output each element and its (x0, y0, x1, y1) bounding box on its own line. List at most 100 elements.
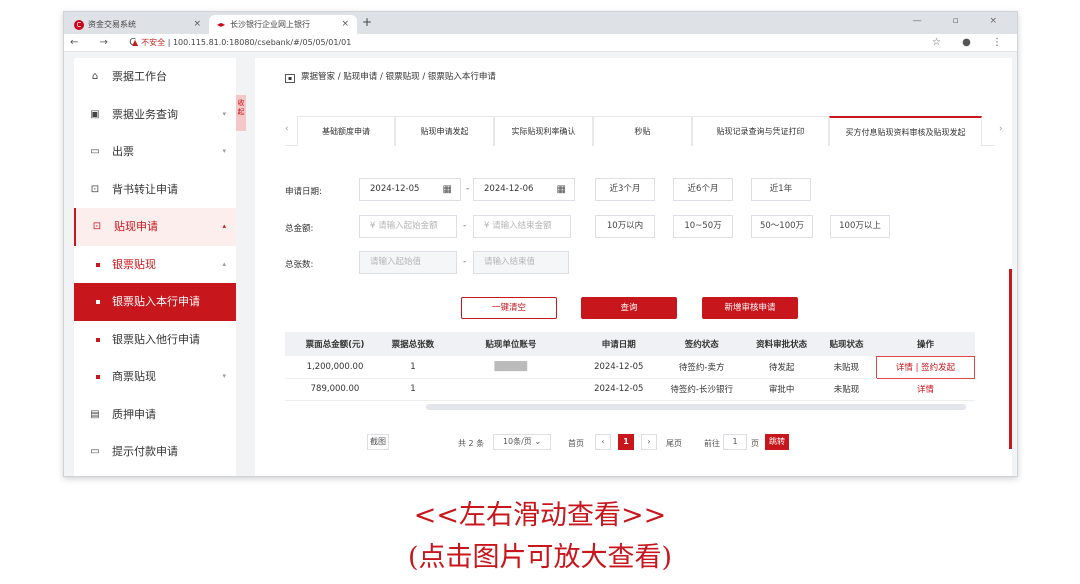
amount-quick-10-50w[interactable]: 10~50万 (673, 215, 733, 238)
new-tab-button[interactable]: + (362, 15, 372, 29)
tab-basic-quota[interactable]: 基础额度申请 (297, 116, 395, 146)
sidebar: ⌂ 票据工作台 ▣ 票据业务查询 ▾ ▭ 出票 ▾ ⊡ 背书转让申请 ⊡ 贴现申请 ▴ 银票贴现… (74, 58, 236, 476)
page-size-select[interactable]: 10条/页 ⌄ (493, 434, 551, 450)
pager-first[interactable]: 首页 (568, 438, 584, 449)
chevron-up-icon: ▴ (222, 222, 226, 230)
pager-next-button[interactable]: › (641, 434, 657, 450)
breadcrumb-item[interactable]: 银票贴现 (386, 72, 420, 82)
url-text: 100.115.81.0:18080/csebank/#/05/05/01/01 (172, 38, 352, 47)
query-button[interactable]: 查询 (581, 297, 677, 319)
screenshot-button[interactable]: 截图 (367, 434, 389, 450)
sidebar-item-endorse[interactable]: ⊡ 背书转让申请 (74, 171, 236, 209)
breadcrumb: ▪ 票据管家 / 贴现申请 / 银票贴现 / 银票贴入本行申请 (285, 70, 496, 83)
sidebar-item-query[interactable]: ▣ 票据业务查询 ▾ (74, 96, 236, 134)
row-actions[interactable]: 详情 (876, 378, 975, 401)
cell-count: 1 (384, 378, 441, 401)
date-start-value: 2024-12-05 (370, 184, 420, 194)
breadcrumb-sep: / (422, 72, 426, 82)
issue-icon: ▭ (90, 146, 100, 157)
amount-max-input[interactable]: ¥ 请输入结束金额 (473, 215, 571, 238)
col-review-status: 资料审批状态 (746, 332, 817, 356)
count-max-input[interactable]: 请输入结束值 (473, 251, 569, 274)
sidebar-item-payment-prompt[interactable]: ▭ 提示付款申请 (74, 433, 236, 471)
sidebar-item-label: 商票贴现 (112, 370, 156, 383)
sidebar-item-discount-own-bank[interactable]: 银票贴入本行申请 (74, 283, 236, 321)
col-date: 申请日期 (580, 332, 657, 356)
chevron-up-icon: ▴ (222, 259, 226, 268)
amount-separator: - (463, 221, 467, 231)
sidebar-item-workbench[interactable]: ⌂ 票据工作台 (74, 58, 236, 96)
cell-date: 2024-12-05 (580, 356, 657, 379)
close-icon[interactable]: × (341, 15, 349, 34)
window-controls[interactable]: — ▫ × (913, 16, 1011, 26)
browser-tab-bank[interactable]: ◂▸ 长沙银行企业网上银行 × (209, 15, 357, 34)
date-quick-1y[interactable]: 近1年 (751, 178, 811, 201)
chevron-left-icon[interactable]: ‹ (285, 124, 289, 134)
pager-goto-input[interactable]: 1 (723, 434, 747, 450)
url-field[interactable]: ▲ 不安全 | 100.115.81.0:18080/csebank/#/05/0… (132, 34, 351, 52)
sidebar-item-issue[interactable]: ▭ 出票 ▾ (74, 133, 236, 171)
sidebar-item-label: 票据工作台 (112, 70, 167, 83)
date-quick-6m[interactable]: 近6个月 (673, 178, 733, 201)
amount-quick-over-100w[interactable]: 100万以上 (830, 215, 890, 238)
cell-sign-status: 待签约-卖方 (656, 356, 747, 379)
col-count: 票据总张数 (384, 332, 441, 356)
cell-amount: 789,000.00 (285, 378, 385, 401)
chevron-down-icon: ▾ (222, 109, 226, 118)
browser-right-icons[interactable]: ☆ ● ⋮ (932, 34, 1011, 52)
breadcrumb-item[interactable]: 票据管家 (301, 72, 335, 82)
tab-instant-discount[interactable]: 秒贴 (593, 116, 692, 146)
table-horizontal-scrollbar[interactable] (426, 404, 966, 410)
chevron-down-icon: ▾ (222, 372, 226, 380)
calendar-icon: ▦ (442, 184, 452, 195)
cell-amount: 1,200,000.00 (285, 356, 385, 379)
sidebar-item-pledge[interactable]: ▤ 质押申请 (74, 396, 236, 434)
count-min-input[interactable]: 请输入起始值 (359, 251, 457, 274)
count-separator: - (463, 257, 467, 267)
browser-tab-fund[interactable]: C 资金交易系统 × (66, 15, 209, 34)
security-label: 不安全 (141, 38, 166, 47)
pager-last[interactable]: 尾页 (666, 438, 682, 449)
row-actions[interactable]: 详情 | 签约发起 (876, 355, 975, 379)
amount-quick-50-100w[interactable]: 50～100万 (751, 215, 813, 238)
calendar-icon: ▦ (556, 184, 566, 195)
col-sign-status: 签约状态 (656, 332, 747, 356)
date-end-input[interactable]: 2024-12-06 ▦ (473, 178, 575, 201)
date-label: 申请日期: (285, 187, 322, 197)
close-icon[interactable]: × (193, 15, 201, 34)
pager-current-page[interactable]: 1 (618, 434, 634, 450)
home-icon: ⌂ (91, 71, 99, 82)
new-review-button[interactable]: 新增审核申请 (702, 297, 798, 319)
amount-label: 总金额: (285, 224, 314, 234)
table-row: 1,200,000.00 1 █████ 2024-12-05 待签约-卖方 待… (285, 355, 975, 379)
tab-title: 资金交易系统 (88, 20, 136, 29)
fund-favicon-icon: C (74, 19, 84, 30)
amount-quick-under-10w[interactable]: 10万以内 (595, 215, 655, 238)
amount-min-input[interactable]: ¥ 请输入起始金额 (359, 215, 457, 238)
date-separator: - (466, 184, 470, 194)
sidebar-collapse-button[interactable]: 收起 (236, 95, 246, 131)
tab-records[interactable]: 贴现记录查询与凭证打印 (692, 116, 829, 146)
clear-button[interactable]: 一键清空 (461, 297, 557, 319)
function-tabs: ‹ 基础额度申请 贴现申请发起 实际贴现利率确认 秒贴 贴现记录查询与凭证打印 … (285, 116, 1003, 146)
tab-buyer-interest-review[interactable]: 买方付息贴现资料审核及贴现发起 (829, 116, 982, 146)
sidebar-item-bank-bill-discount[interactable]: 银票贴现 ▴ (74, 246, 236, 284)
cell-review-status: 待发起 (746, 356, 817, 379)
date-start-input[interactable]: 2024-12-05 ▦ (359, 178, 461, 201)
pager-jump-button[interactable]: 跳转 (765, 434, 789, 450)
breadcrumb-item[interactable]: 贴现申请 (343, 72, 377, 82)
breadcrumb-sep: / (337, 72, 341, 82)
page-vertical-scrollbar[interactable] (1009, 269, 1012, 449)
chevron-right-icon[interactable]: › (999, 124, 1003, 134)
sidebar-item-label: 银票贴入本行申请 (112, 295, 200, 308)
pager-goto-label: 前往 (704, 439, 720, 448)
tab-discount-apply[interactable]: 贴现申请发起 (395, 116, 494, 146)
tab-rate-confirm[interactable]: 实际贴现利率确认 (494, 116, 593, 146)
table-header-row: 票面总金额(元) 票据总张数 贴现单位账号 申请日期 签约状态 资料审批状态 贴… (285, 332, 975, 356)
col-operations: 操作 (876, 332, 975, 356)
date-quick-3m[interactable]: 近3个月 (595, 178, 655, 201)
pager-prev-button[interactable]: ‹ (595, 434, 611, 450)
sidebar-item-discount[interactable]: ⊡ 贴现申请 ▴ (74, 208, 236, 246)
sidebar-item-commercial-discount[interactable]: 商票贴现 ▾ (74, 358, 236, 396)
sidebar-item-discount-other-bank[interactable]: 银票贴入他行申请 (74, 321, 236, 359)
